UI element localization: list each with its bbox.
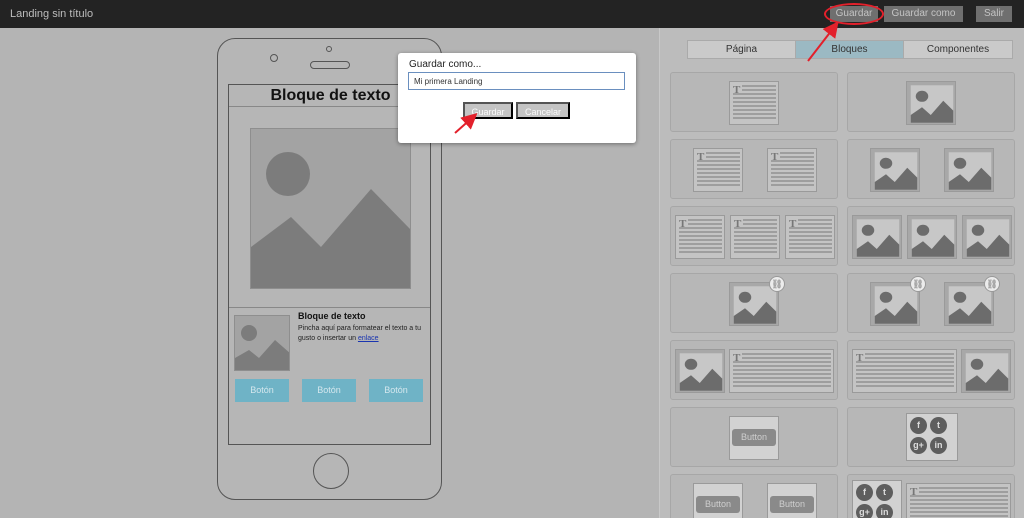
annotation-arrows	[454, 21, 839, 134]
arrow-to-save-button	[807, 21, 839, 62]
arrow-to-dialog-save	[454, 113, 478, 134]
